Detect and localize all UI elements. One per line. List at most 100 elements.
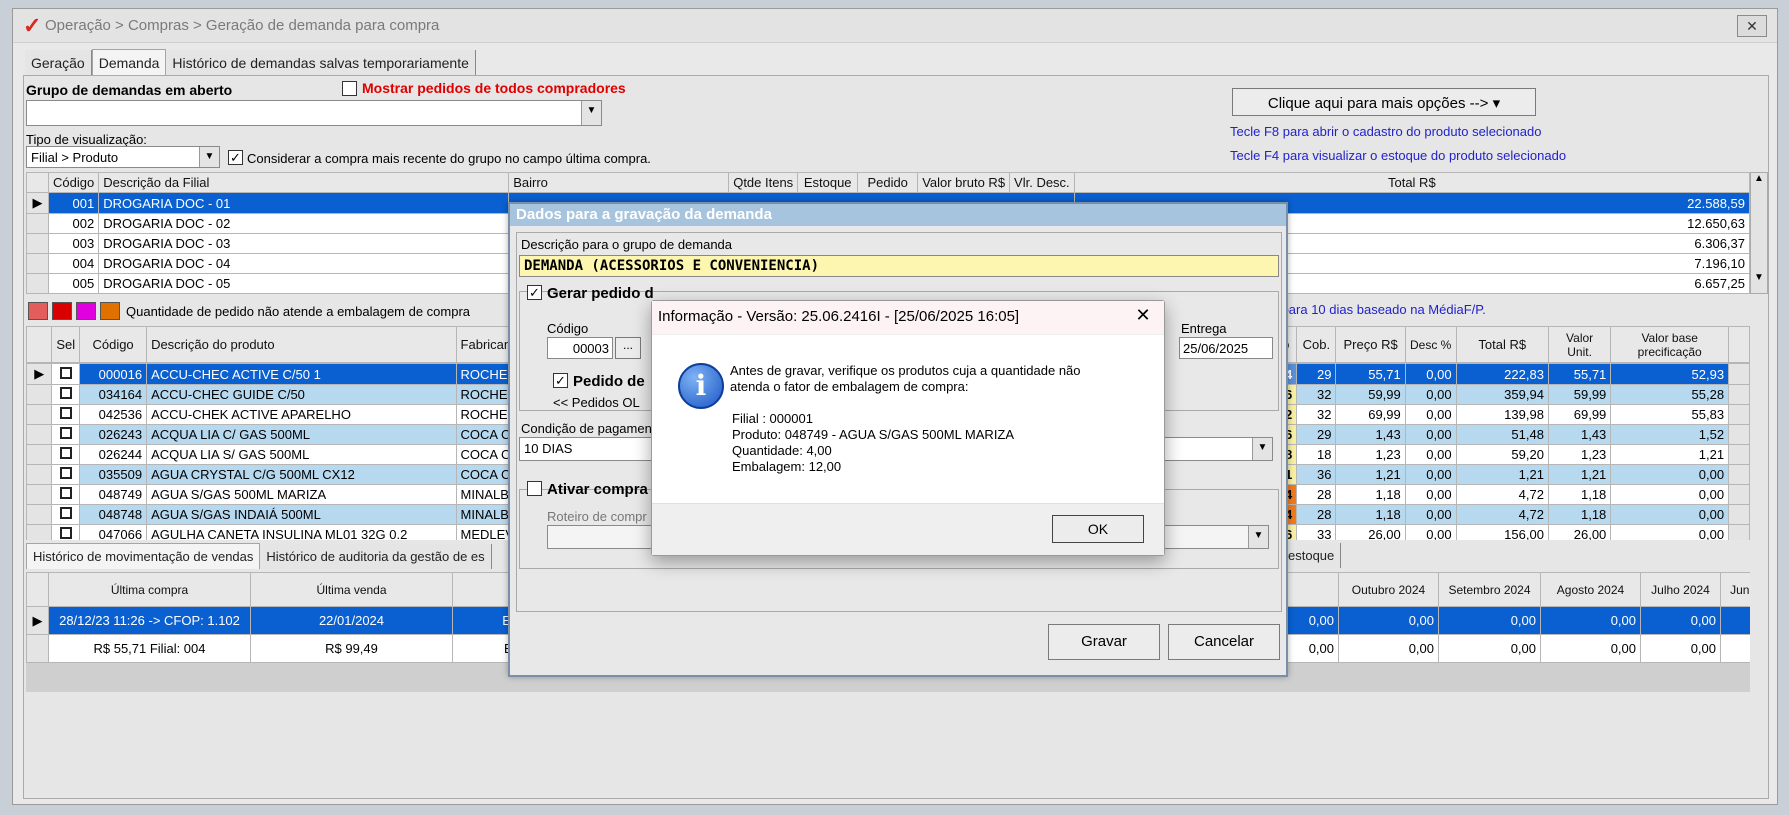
- product-preco: 55,71: [1335, 363, 1406, 385]
- message-line-2: atenda o fator de embalagem de compra:: [730, 379, 969, 394]
- history-zero-cell: 0,00: [1640, 634, 1721, 663]
- tab-geracao[interactable]: Geração: [25, 50, 92, 76]
- header-valor-bruto[interactable]: Valor bruto R$: [917, 172, 1011, 193]
- group-label: Grupo de demandas em aberto: [26, 82, 233, 98]
- header-cob[interactable]: Cob.: [1296, 326, 1337, 363]
- product-cob: 28: [1296, 484, 1337, 505]
- branches-scrollbar[interactable]: ▲ ▼: [1750, 172, 1768, 294]
- header-vlr-desc[interactable]: Vlr. Desc.: [1009, 172, 1075, 193]
- entrega-input[interactable]: 25/06/2025: [1179, 337, 1273, 359]
- gravar-button[interactable]: Gravar: [1048, 624, 1160, 660]
- codigo-lookup-button[interactable]: ...: [615, 337, 641, 359]
- header-total[interactable]: Total R$: [1073, 172, 1750, 193]
- branch-name: DROGARIA DOC - 03: [98, 233, 510, 254]
- product-total: 59,20: [1455, 444, 1549, 465]
- pedidos-ol-link[interactable]: << Pedidos OL: [553, 395, 640, 410]
- message-embalagem: Embalagem: 12,00: [732, 459, 842, 474]
- condicao-label: Condição de pagamen: [521, 421, 652, 436]
- product-desc_pct: 0,00: [1404, 424, 1457, 445]
- select-checkbox[interactable]: [51, 464, 81, 485]
- select-checkbox[interactable]: [51, 504, 81, 525]
- consider-checkbox[interactable]: ✓: [228, 150, 243, 165]
- row-pointer-icon: [26, 424, 53, 445]
- product-base: 55,83: [1610, 404, 1730, 425]
- product-preco: 1,18: [1335, 504, 1406, 525]
- entrega-label: Entrega: [1181, 321, 1227, 336]
- history-header[interactable]: Última venda: [250, 572, 453, 607]
- close-icon[interactable]: ✕: [1130, 305, 1156, 331]
- branch-name: DROGARIA DOC - 04: [98, 253, 510, 274]
- branch-name: DROGARIA DOC - 02: [98, 213, 510, 234]
- select-checkbox[interactable]: [51, 484, 81, 505]
- select-checkbox[interactable]: [51, 424, 81, 445]
- history-header[interactable]: Outubro 2024: [1338, 572, 1439, 607]
- close-window-button[interactable]: ✕: [1737, 15, 1767, 37]
- message-produto: Produto: 048749 - AGUA S/GAS 500ML MARIZ…: [732, 427, 1015, 442]
- gerar-pedido-checkbox[interactable]: ✓: [527, 285, 542, 300]
- header-codigo[interactable]: Código: [47, 172, 100, 193]
- roteiro-label: Roteiro de compr: [547, 509, 647, 524]
- product-description: ACCU-CHEK ACTIVE APARELHO: [146, 404, 457, 425]
- ativar-compra-checkbox[interactable]: [527, 481, 542, 496]
- product-unit: 1,43: [1547, 424, 1612, 445]
- select-checkbox[interactable]: [51, 444, 81, 465]
- product-cob: 32: [1296, 384, 1337, 405]
- scroll-gutter: [1728, 363, 1750, 385]
- history-zero-cell: 0,00: [1338, 634, 1439, 663]
- header-qtde-itens[interactable]: Qtde Itens: [728, 172, 799, 193]
- header-valor-unit[interactable]: Valor Unit.: [1547, 326, 1612, 363]
- history-header[interactable]: Julho 2024: [1640, 572, 1721, 607]
- header-bairro[interactable]: Bairro: [508, 172, 730, 193]
- header-desc-pct[interactable]: Desc %: [1404, 326, 1457, 363]
- history-header[interactable]: Última compra: [48, 572, 251, 607]
- history-cell: R$ 99,49: [250, 634, 453, 663]
- condicao-value: 10 DIAS: [524, 441, 573, 456]
- header-estoque[interactable]: Estoque: [797, 172, 859, 193]
- product-desc_pct: 0,00: [1404, 524, 1457, 540]
- scroll-down-icon: ▼: [1754, 272, 1764, 283]
- caret-down-icon: ▾: [1492, 95, 1501, 112]
- header-valor-base[interactable]: Valor base precificação: [1610, 326, 1730, 363]
- gerar-pedido-label: Gerar pedido d: [547, 285, 654, 302]
- history-header[interactable]: Junho 2024: [1720, 572, 1750, 607]
- row-pointer-icon: [26, 524, 53, 540]
- product-code: 026243: [79, 424, 148, 445]
- select-checkbox[interactable]: [51, 384, 81, 405]
- codigo-label: Código: [547, 321, 589, 336]
- group-select[interactable]: ▼: [26, 100, 602, 126]
- header-preco[interactable]: Preço R$: [1335, 326, 1406, 363]
- product-preco: 1,21: [1335, 464, 1406, 485]
- select-checkbox[interactable]: [51, 524, 81, 540]
- more-options-button[interactable]: Clique aqui para mais opções --> ▾: [1232, 88, 1536, 116]
- header-codigo-produto[interactable]: Código: [79, 326, 148, 363]
- history-zero-cell: 0,00: [1640, 606, 1721, 635]
- header-pedido[interactable]: Pedido: [857, 172, 919, 193]
- tab-historico-demandas[interactable]: Histórico de demandas salvas temporariam…: [166, 50, 476, 76]
- ok-button[interactable]: OK: [1052, 515, 1144, 543]
- tab-estoque[interactable]: estoque: [1282, 543, 1342, 568]
- history-header[interactable]: Setembro 2024: [1438, 572, 1541, 607]
- show-all-checkbox[interactable]: [342, 81, 357, 96]
- messagebox-title: Informação - Versão: 25.06.2416I - [25/0…: [652, 301, 1164, 335]
- tab-historico-auditoria[interactable]: Histórico de auditoria da gestão de es: [260, 544, 492, 569]
- product-unit: 1,23: [1547, 444, 1612, 465]
- tab-historico-vendas[interactable]: Histórico de movimentação de vendas: [26, 543, 261, 569]
- header-total-produto[interactable]: Total R$: [1455, 326, 1549, 363]
- product-cob: 29: [1296, 363, 1337, 385]
- tab-demanda[interactable]: Demanda: [91, 49, 167, 76]
- pedido-label: Pedido de: [573, 373, 645, 390]
- header-sel[interactable]: Sel: [51, 326, 81, 363]
- codigo-input[interactable]: 00003: [547, 337, 613, 359]
- desc-group-input[interactable]: DEMANDA (ACESSORIOS E CONVENIENCIA): [519, 255, 1279, 277]
- legend-swatch-3: [76, 302, 96, 320]
- select-checkbox[interactable]: [51, 404, 81, 425]
- product-cob: 33: [1296, 524, 1337, 540]
- header-descricao-filial[interactable]: Descrição da Filial: [98, 172, 510, 193]
- select-checkbox[interactable]: [51, 363, 81, 385]
- cancelar-button[interactable]: Cancelar: [1168, 624, 1280, 660]
- history-header[interactable]: Agosto 2024: [1540, 572, 1641, 607]
- view-type-select[interactable]: Filial > Produto ▼: [26, 146, 220, 168]
- pedido-checkbox[interactable]: ✓: [553, 373, 568, 388]
- header-descricao-produto[interactable]: Descrição do produto: [146, 326, 457, 363]
- view-type-value: Filial > Produto: [31, 150, 119, 165]
